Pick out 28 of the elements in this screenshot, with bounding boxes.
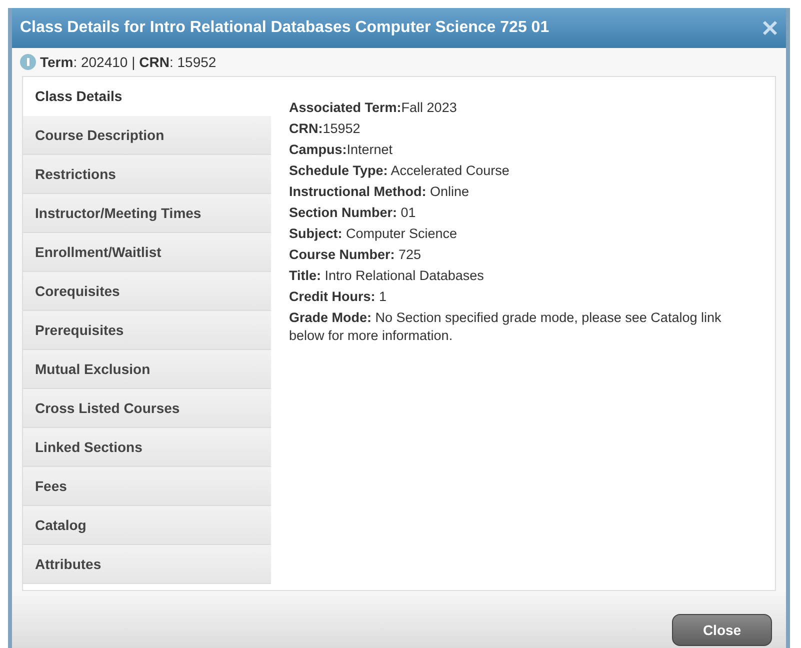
detail-line: CRN:15952: [289, 120, 362, 138]
sidebar-tab[interactable]: Instructor/Meeting Times: [23, 194, 271, 233]
detail-line: Campus:Internet: [289, 141, 394, 159]
sidebar-tab[interactable]: Catalog: [23, 506, 271, 545]
detail-line: Title: Intro Relational Databases: [289, 267, 485, 285]
close-button[interactable]: Close: [672, 614, 772, 646]
detail-line: Grade Mode: No Section specified grade mode, please see Catalog link below for more information.: [289, 309, 722, 345]
sidebar-tab[interactable]: Fees: [23, 467, 271, 506]
close-icon[interactable]: [762, 20, 778, 36]
detail-line: Schedule Type: Accelerated Course: [289, 162, 510, 180]
term-info: Term: 202410 | CRN: 15952: [40, 52, 216, 72]
detail-line: Instructional Method: Online: [289, 183, 470, 201]
detail-line: Course Number: 725: [289, 246, 422, 264]
sidebar-tab[interactable]: Linked Sections: [23, 428, 271, 467]
detail-line: Subject: Computer Science: [289, 225, 458, 243]
detail-line: Credit Hours: 1: [289, 288, 388, 306]
info-icon: [20, 54, 36, 70]
sidebar-tab[interactable]: Attributes: [23, 545, 271, 584]
sidebar-tab[interactable]: Cross Listed Courses: [23, 389, 271, 428]
sidebar-tab[interactable]: Mutual Exclusion: [23, 350, 271, 389]
sidebar-tab[interactable]: Restrictions: [23, 155, 271, 194]
sidebar-tab[interactable]: Enrollment/Waitlist: [23, 233, 271, 272]
sidebar-tab[interactable]: Course Description: [23, 116, 271, 155]
sidebar-tab[interactable]: Corequisites: [23, 272, 271, 311]
window-title: Class Details for Intro Relational Databases Computer Science 725 01: [20, 18, 550, 38]
sidebar-tab[interactable]: Prerequisites: [23, 311, 271, 350]
detail-line: Associated Term:Fall 2023: [289, 99, 458, 117]
detail-line: Section Number: 01: [289, 204, 417, 222]
